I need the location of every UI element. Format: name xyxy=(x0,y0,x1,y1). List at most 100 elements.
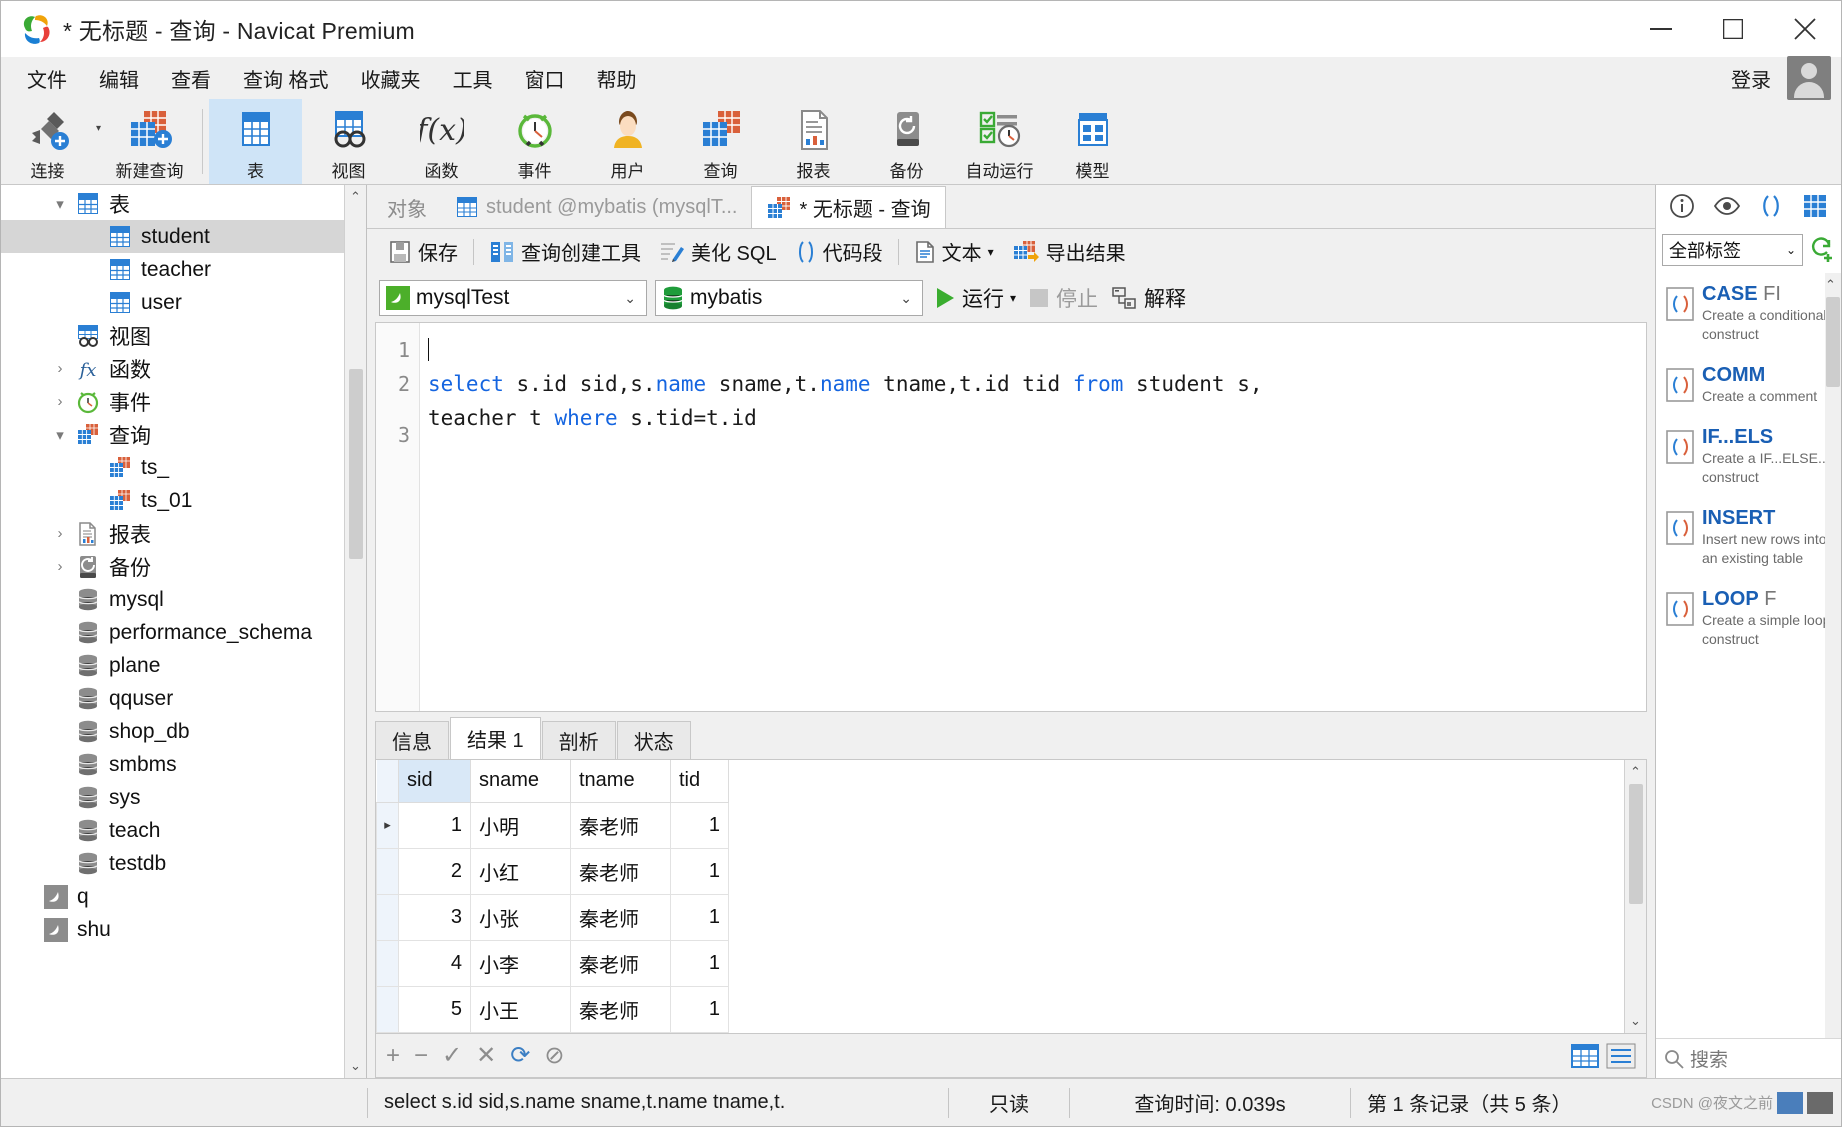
login-link[interactable]: 登录 xyxy=(1731,64,1771,93)
toolbar-button-automation[interactable]: 自动运行 xyxy=(953,99,1046,184)
grid-view-button[interactable] xyxy=(1570,1043,1600,1069)
cell-sid[interactable]: 1 xyxy=(398,801,471,849)
sql-code-area[interactable]: select s.id sid,s.name sname,t.name tnam… xyxy=(420,323,1646,711)
apply-changes-button[interactable]: ✓ xyxy=(442,1041,462,1070)
query-builder-button[interactable]: 查询创建工具 xyxy=(480,237,650,266)
toolbar-button-table[interactable]: 表 xyxy=(209,99,303,184)
toolbar-button-user[interactable]: 用户 xyxy=(581,99,674,184)
column-header[interactable]: sname xyxy=(470,760,571,803)
stop-button[interactable]: 停止 xyxy=(1030,283,1098,313)
scroll-thumb[interactable] xyxy=(1826,297,1840,387)
snippet-item[interactable]: COMM Create a comment xyxy=(1656,354,1841,416)
menu-item-edit[interactable]: 编辑 xyxy=(83,60,155,97)
table-row[interactable]: 4 小李 秦老师 1 xyxy=(376,939,729,987)
cell-sname[interactable]: 小红 xyxy=(470,847,571,895)
snippets-parentheses-icon[interactable] xyxy=(1758,193,1784,219)
refresh-button[interactable]: ⟳ xyxy=(510,1041,530,1070)
toolbar-button-report[interactable]: 报表 xyxy=(767,99,860,184)
grid-scrollbar[interactable]: ⌃ ⌄ xyxy=(1624,760,1646,1033)
export-result-button[interactable]: 导出结果 xyxy=(1003,237,1135,266)
tag-filter-select[interactable]: 全部标签 ⌄ xyxy=(1662,234,1803,266)
sidebar-item-[interactable]: 视图 xyxy=(1,319,366,352)
menu-item-help[interactable]: 帮助 xyxy=(581,60,653,97)
chevron-down-icon[interactable]: ⌄ xyxy=(1786,243,1796,257)
toolbar-button-view[interactable]: 视图 xyxy=(302,99,395,184)
save-button[interactable]: 保存 xyxy=(379,237,467,266)
sidebar-item-ts_01[interactable]: ts_01 xyxy=(1,484,366,517)
sidebar-item-q[interactable]: q xyxy=(1,880,366,913)
cell-sname[interactable]: 小王 xyxy=(470,985,571,1033)
close-button[interactable] xyxy=(1769,1,1841,57)
cell-sid[interactable]: 2 xyxy=(398,847,471,895)
tree-twisty-icon[interactable]: › xyxy=(47,525,73,542)
maximize-button[interactable] xyxy=(1697,1,1769,57)
run-button[interactable]: 运行 ▾ xyxy=(937,283,1016,313)
delete-record-button[interactable]: − xyxy=(414,1042,428,1070)
sql-editor[interactable]: 1 2 3 select s.id sid,s.name sname,t.nam… xyxy=(375,322,1647,712)
sidebar-item-plane[interactable]: plane xyxy=(1,649,366,682)
toolbar-button-new-query[interactable]: 新建查询 xyxy=(103,99,196,184)
tree-twisty-icon[interactable]: › xyxy=(47,393,73,410)
snippet-item[interactable]: INSERT Insert new rows into an existing t… xyxy=(1656,497,1841,578)
tab-untitled-query[interactable]: * 无标题 - 查询 xyxy=(751,186,946,228)
toolbar-button-connection[interactable]: 连接 xyxy=(1,99,94,184)
sidebar-item-[interactable]: ▾ 表 xyxy=(1,187,366,220)
cell-tid[interactable]: 1 xyxy=(670,847,729,895)
cell-sname[interactable]: 小张 xyxy=(470,893,571,941)
toolbar-button-query[interactable]: 查询 xyxy=(674,99,767,184)
cell-tname[interactable]: 秦老师 xyxy=(570,847,671,895)
column-header[interactable]: tname xyxy=(570,760,671,803)
tree-twisty-icon[interactable]: › xyxy=(47,360,73,377)
sidebar-item-[interactable]: › 备份 xyxy=(1,550,366,583)
object-tree[interactable]: ▾ 表 student teacher user 视图 › fx 函数 › 事件 ▾ 查询 ts_ ts_0… xyxy=(1,185,366,1078)
stop-button[interactable]: ⊘ xyxy=(544,1041,564,1070)
cell-tname[interactable]: 秦老师 xyxy=(570,939,671,987)
sidebar-item-ts_[interactable]: ts_ xyxy=(1,451,366,484)
menu-item-view[interactable]: 查看 xyxy=(155,60,227,97)
sidebar-item-[interactable]: › fx 函数 xyxy=(1,352,366,385)
minimize-button[interactable] xyxy=(1625,1,1697,57)
cell-tname[interactable]: 秦老师 xyxy=(570,801,671,849)
beautify-sql-button[interactable]: 美化 SQL xyxy=(650,237,786,266)
tree-twisty-icon[interactable]: ▾ xyxy=(47,195,73,213)
sidebar-item-[interactable]: › 事件 xyxy=(1,385,366,418)
cell-tid[interactable]: 1 xyxy=(670,985,729,1033)
scroll-thumb[interactable] xyxy=(1628,784,1643,904)
tree-twisty-icon[interactable]: › xyxy=(47,558,73,575)
snippet-scrollbar[interactable]: ⌃ xyxy=(1825,273,1841,1038)
grid-panel-icon[interactable] xyxy=(1802,193,1828,219)
sidebar-item-testdb[interactable]: testdb xyxy=(1,847,366,880)
sidebar-item-user[interactable]: user xyxy=(1,286,366,319)
result-tab-结果1[interactable]: 结果 1 xyxy=(450,717,541,759)
snippet-item[interactable]: CASE FI Create a conditional construct xyxy=(1656,273,1841,354)
cell-sname[interactable]: 小明 xyxy=(470,801,571,849)
chevron-down-icon[interactable]: ⌄ xyxy=(900,290,912,307)
sidebar-item-qquser[interactable]: qquser xyxy=(1,682,366,715)
sidebar-item-mysql[interactable]: mysql xyxy=(1,583,366,616)
result-tab-状态[interactable]: 状态 xyxy=(616,721,691,759)
cell-tname[interactable]: 秦老师 xyxy=(570,985,671,1033)
scroll-up-icon[interactable]: ⌃ xyxy=(1825,273,1841,297)
cell-sid[interactable]: 4 xyxy=(398,939,471,987)
sidebar-item-shop_db[interactable]: shop_db xyxy=(1,715,366,748)
cell-tid[interactable]: 1 xyxy=(670,939,729,987)
scroll-up-icon[interactable]: ⌃ xyxy=(350,185,361,209)
tab-objects[interactable]: 对象 xyxy=(373,186,441,228)
table-row[interactable]: ▸ 1 小明 秦老师 1 xyxy=(376,801,729,849)
scroll-up-icon[interactable]: ⌃ xyxy=(1630,760,1641,784)
add-record-button[interactable]: + xyxy=(386,1042,400,1070)
menu-item-favorites[interactable]: 收藏夹 xyxy=(345,60,437,97)
menu-item-query-format[interactable]: 查询 格式 xyxy=(227,60,345,97)
toolbar-button-function[interactable]: f(x) 函数 xyxy=(395,99,488,184)
scroll-thumb[interactable] xyxy=(348,369,363,559)
column-header[interactable]: tid xyxy=(670,760,729,803)
result-grid[interactable]: sid sname tname tid ▸ 1 小明 秦老师 1 2 小红 秦老师 1 3 小张 秦老师 1 4 小… xyxy=(375,760,1647,1034)
toolbar-button-event[interactable]: 事件 xyxy=(488,99,581,184)
sidebar-item-[interactable]: › 报表 xyxy=(1,517,366,550)
menu-item-file[interactable]: 文件 xyxy=(11,60,83,97)
sidebar-item-[interactable]: ▾ 查询 xyxy=(1,418,366,451)
scroll-down-icon[interactable]: ⌄ xyxy=(1630,1009,1641,1033)
cell-tid[interactable]: 1 xyxy=(670,801,729,849)
database-select[interactable]: mybatis ⌄ xyxy=(655,280,923,316)
tab-student-table[interactable]: student @mybatis (mysqlT... xyxy=(441,186,752,228)
